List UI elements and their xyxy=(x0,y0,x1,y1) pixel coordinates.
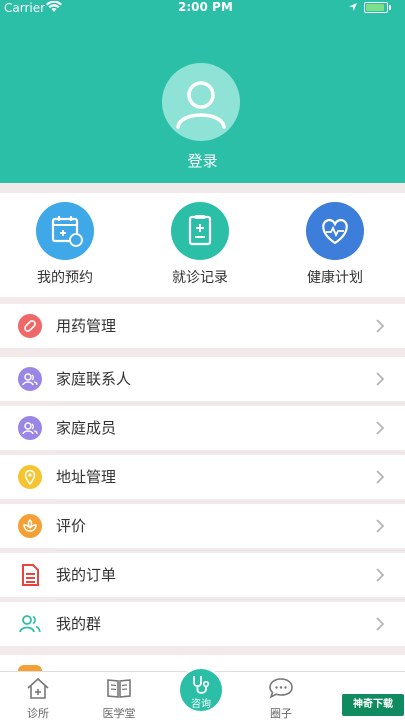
document-icon xyxy=(18,563,42,587)
group-icon xyxy=(18,612,42,636)
chevron-right-icon xyxy=(376,421,385,435)
people-icon xyxy=(18,367,42,391)
divider xyxy=(56,452,405,453)
flower-icon xyxy=(18,514,42,538)
watermark-badge: 神奇下载 xyxy=(342,694,404,716)
menu-item-review[interactable]: 评价 xyxy=(0,504,405,548)
tab-label: 咨询 xyxy=(191,699,211,710)
profile-header: Carrier 2:00 PM 登录 xyxy=(0,0,405,183)
menu-item-label: 家庭联系人 xyxy=(56,370,132,388)
chevron-right-icon xyxy=(376,372,385,386)
menu-item-address[interactable]: 地址管理 xyxy=(0,455,405,499)
battery-icon xyxy=(364,2,388,13)
people-icon xyxy=(18,416,42,440)
quick-action-label: 我的预约 xyxy=(37,270,93,286)
login-link[interactable]: 登录 xyxy=(0,150,405,171)
menu-item-orders[interactable]: 我的订单 xyxy=(0,553,405,597)
book-icon xyxy=(107,679,131,698)
chevron-right-icon xyxy=(376,568,385,582)
stethoscope-icon xyxy=(193,676,210,694)
location-pin-icon xyxy=(18,465,42,489)
quick-actions: 我的预约 就诊记录 健康计划 xyxy=(0,193,405,297)
wifi-icon xyxy=(46,0,62,16)
menu-item-family-contacts[interactable]: 家庭联系人 xyxy=(0,357,405,401)
tab-label: 圈子 xyxy=(270,707,292,720)
divider xyxy=(56,599,405,600)
chevron-right-icon xyxy=(376,617,385,631)
health-plan-button[interactable]: 健康计划 xyxy=(280,202,390,287)
chevron-right-icon xyxy=(376,519,385,533)
menu-item-family-members[interactable]: 家庭成员 xyxy=(0,406,405,450)
tab-label: 医学堂 xyxy=(102,707,136,720)
divider xyxy=(56,403,405,404)
divider xyxy=(56,501,405,502)
menu-item-label: 我的群 xyxy=(56,615,102,633)
calendar-medicine-icon xyxy=(36,202,94,260)
menu-item-label: 地址管理 xyxy=(56,468,117,486)
menu-item-label: 我的订单 xyxy=(56,566,117,584)
visit-records-button[interactable]: 就诊记录 xyxy=(145,202,255,287)
menu-item-label: 家庭成员 xyxy=(56,419,117,437)
location-arrow-icon xyxy=(348,1,358,15)
heart-pulse-icon xyxy=(306,202,364,260)
tab-academy[interactable]: 医学堂 xyxy=(89,676,149,720)
chat-bubble-icon xyxy=(269,678,293,699)
tab-circle[interactable]: 圈子 xyxy=(251,676,311,720)
my-appointments-button[interactable]: 我的预约 xyxy=(10,202,120,287)
clipboard-plus-icon xyxy=(171,202,229,260)
divider xyxy=(56,550,405,551)
home-plus-icon xyxy=(27,677,49,699)
menu-item-label: 用药管理 xyxy=(56,317,117,335)
carrier-label: Carrier xyxy=(4,1,46,15)
chevron-right-icon xyxy=(376,470,385,484)
tab-consult[interactable]: 咨询 xyxy=(178,667,224,713)
pill-icon xyxy=(18,314,42,338)
user-icon xyxy=(176,81,226,129)
tab-label: 诊所 xyxy=(27,707,49,720)
tab-clinic[interactable]: 诊所 xyxy=(8,676,68,720)
status-bar: Carrier 2:00 PM xyxy=(0,0,405,16)
chevron-right-icon xyxy=(376,319,385,333)
avatar[interactable] xyxy=(162,63,240,141)
menu-item-medication[interactable]: 用药管理 xyxy=(0,304,405,348)
quick-action-label: 健康计划 xyxy=(307,270,363,286)
quick-action-label: 就诊记录 xyxy=(172,270,228,286)
menu-item-groups[interactable]: 我的群 xyxy=(0,602,405,646)
clock: 2:00 PM xyxy=(178,0,233,14)
menu-item-label: 评价 xyxy=(56,517,87,535)
battery-tip xyxy=(389,5,391,10)
